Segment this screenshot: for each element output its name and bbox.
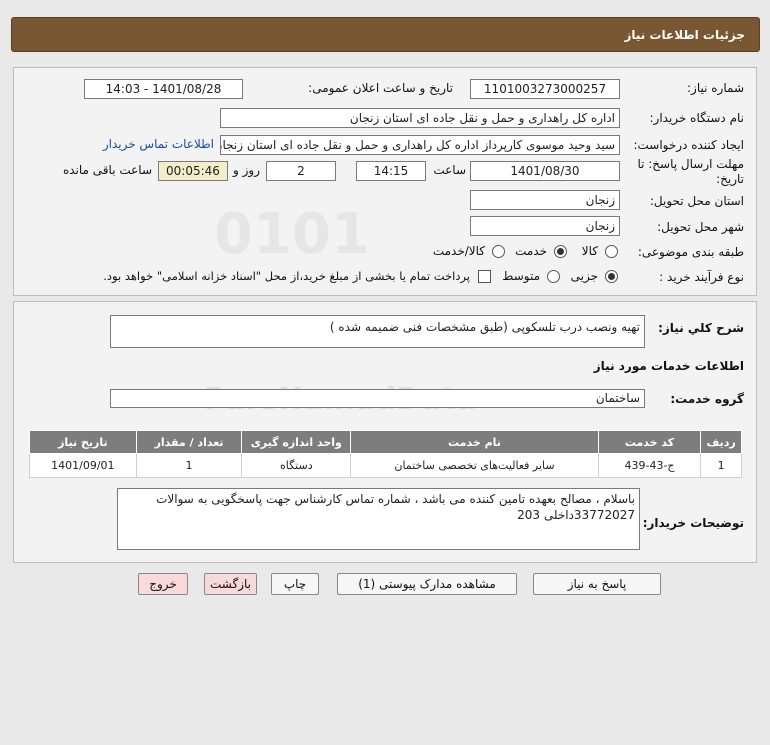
category-option-goods: کالا (581, 244, 598, 258)
need-number-label: شماره نیاز: (687, 81, 744, 95)
category-label: طبقه بندی موضوعی: (637, 245, 744, 259)
days-label: روز و (233, 163, 260, 177)
process-label: نوع فرآیند خرید : (659, 270, 744, 284)
contact-buyer-link[interactable]: اطلاعات تماس خریدار (103, 137, 214, 151)
cell-unit: دستگاه (241, 453, 352, 478)
announce-field: 1401/08/28 - 14:03 (84, 79, 243, 99)
deadline-time-field: 14:15 (356, 161, 426, 181)
cell-row: 1 (700, 453, 742, 478)
service-group-label: گروه خدمت: (670, 392, 744, 406)
deadline-date-label: تاریخ: (716, 172, 744, 186)
deadline-date-field: 1401/08/30 (470, 161, 620, 181)
services-heading: اطلاعات خدمات مورد نیاز (593, 359, 744, 373)
buyer-org-label: نام دستگاه خریدار: (649, 111, 745, 125)
page-title: جزئیات اطلاعات نیاز (624, 28, 745, 42)
col-header-name: نام خدمت (350, 430, 599, 454)
buyer-notes-label: توضیحات خریدار: (642, 516, 744, 530)
process-radio-medium[interactable] (547, 270, 560, 283)
category-option-service: خدمت (515, 244, 547, 258)
category-radio-goods[interactable] (605, 245, 618, 258)
table-row: 1 ج-43-439 سایر فعالیت‌های تخصصی ساختمان… (29, 453, 742, 478)
cell-qty: 1 (135, 453, 243, 478)
page-header: جزئیات اطلاعات نیاز (11, 17, 760, 52)
treasury-checkbox[interactable] (478, 270, 491, 283)
cell-code: ج-43-439 (597, 453, 702, 478)
process-option-minor: جزیی (570, 269, 598, 283)
col-header-qty: تعداد / مقدار (135, 430, 243, 454)
col-header-unit: واحد اندازه گیری (241, 430, 352, 454)
col-header-row: ردیف (700, 430, 742, 454)
process-radio-minor[interactable] (605, 270, 618, 283)
announce-label: تاریخ و ساعت اعلان عمومی: (308, 81, 453, 95)
details-panel: 0101 ParsNamadData ۰۲۱-۸۸۳۴۹۶۷۰-۵ شرح کل… (13, 202, 757, 563)
remaining-time-field: 00:05:46 (158, 161, 228, 181)
category-option-goods-service: کالا/خدمت (432, 244, 485, 258)
requester-field: سید وحید موسوی کارپرداز اداره کل راهداری… (220, 135, 620, 155)
need-info-panel: شماره نیاز: 1101003273000257 تاریخ و ساع… (13, 67, 757, 296)
category-radio-service[interactable] (554, 245, 567, 258)
cell-name: سایر فعالیت‌های تخصصی ساختمان (350, 453, 599, 478)
province-label: استان محل تحویل: (649, 194, 744, 208)
buyer-org-field: اداره کل راهداری و حمل و نقل جاده ای است… (220, 108, 620, 128)
requester-label: ایجاد کننده درخواست: (633, 138, 744, 152)
process-option-medium: متوسط (502, 269, 540, 283)
view-attachments-button[interactable]: مشاهده مدارک پیوستی (1) (337, 573, 517, 595)
service-group-field: ساختمان (110, 389, 645, 408)
remaining-label: ساعت باقی مانده (62, 163, 152, 177)
services-table: ردیف کد خدمت نام خدمت واحد اندازه گیری ت… (29, 430, 742, 478)
col-header-code: کد خدمت (597, 430, 702, 454)
summary-label: شرح کلي نياز: (658, 321, 744, 335)
cell-date: 1401/09/01 (29, 453, 137, 478)
print-button[interactable]: چاپ (271, 573, 319, 595)
city-label: شهر محل تحویل: (657, 220, 744, 234)
reply-button[interactable]: پاسخ به نیاز (533, 573, 661, 595)
back-button[interactable]: بازگشت (204, 573, 257, 595)
category-radio-goods-service[interactable] (492, 245, 505, 258)
exit-button[interactable]: خروج (138, 573, 188, 595)
deadline-label: مهلت ارسال پاسخ: تا (637, 157, 744, 171)
city-field: زنجان (470, 216, 620, 236)
need-number-field: 1101003273000257 (470, 79, 620, 99)
payment-note: پرداخت تمام یا بخشی از مبلغ خرید،از محل … (103, 269, 470, 283)
summary-field: تهیه ونصب درب تلسکوپی (طبق مشخصات فنی ضم… (110, 315, 645, 348)
province-field: زنجان (470, 190, 620, 210)
buyer-notes-field: باسلام ، مصالح بعهده تامین کننده می باشد… (117, 488, 640, 550)
days-field: 2 (266, 161, 336, 181)
col-header-date: تاریخ نیاز (29, 430, 137, 454)
time-label: ساعت (433, 163, 466, 177)
